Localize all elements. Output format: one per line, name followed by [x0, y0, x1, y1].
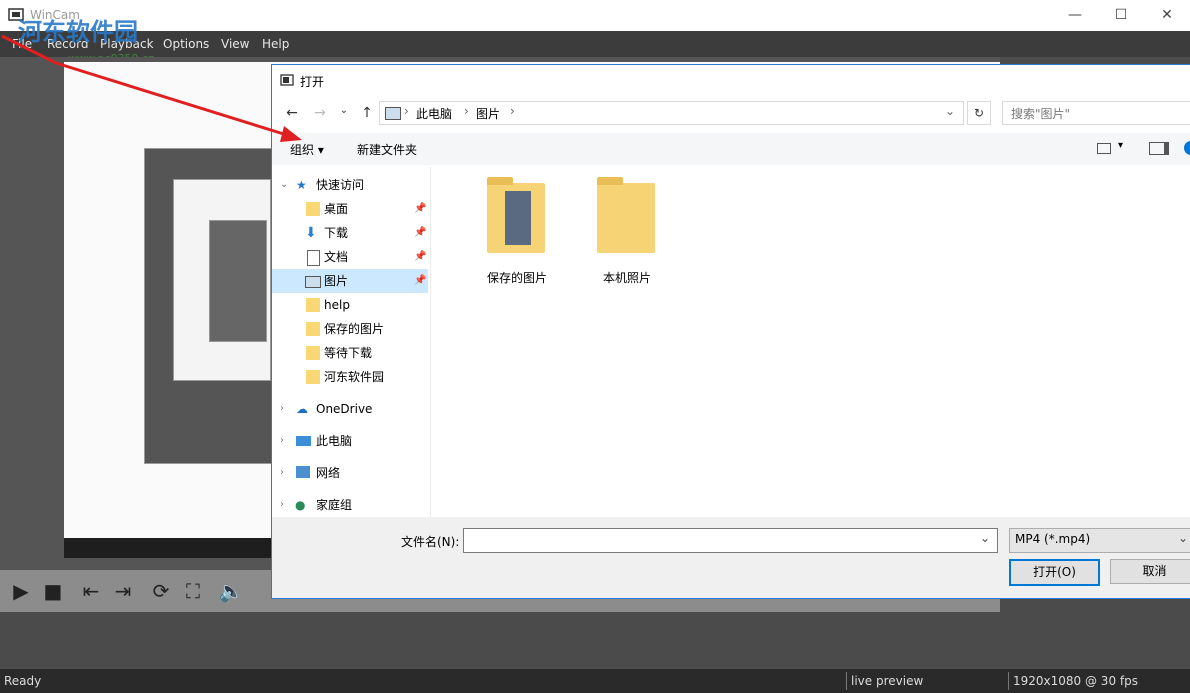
- computer-icon: [296, 436, 311, 446]
- skip-start-icon[interactable]: ⇤: [78, 578, 104, 604]
- folder-with-photo-icon: [487, 177, 545, 253]
- status-divider: [1008, 672, 1009, 690]
- dialog-footer: 文件名(N): ⌄ MP4 (*.mp4) ⌄ 打开(O) 取消: [272, 517, 1190, 598]
- nested-preview-content: [173, 179, 271, 381]
- filetype-dropdown-icon[interactable]: ⌄: [1178, 531, 1188, 545]
- expand-chevron-icon[interactable]: ⌄: [280, 173, 288, 197]
- breadcrumb-this-pc[interactable]: 此电脑: [416, 105, 452, 122]
- tree-item-saved-pictures[interactable]: 保存的图片: [272, 317, 428, 341]
- new-folder-button[interactable]: 新建文件夹: [357, 141, 417, 158]
- dialog-navbar: ← → ⌄ ↑ › 此电脑 › 图片 › ⌄ ↻ 搜索"图片": [272, 97, 1190, 129]
- status-mode: live preview: [851, 674, 924, 688]
- menu-help[interactable]: Help: [262, 37, 289, 51]
- folder-icon: [306, 322, 320, 336]
- document-icon: [307, 250, 320, 266]
- address-bar[interactable]: › 此电脑 › 图片 › ⌄: [379, 101, 964, 125]
- folder-icon: [306, 202, 320, 216]
- pin-icon[interactable]: 📌: [414, 197, 426, 221]
- file-list: 保存的图片 本机照片: [432, 167, 1190, 517]
- tree-this-pc[interactable]: › 此电脑: [272, 429, 428, 453]
- status-bar: Ready live preview 1920x1080 @ 30 fps: [0, 669, 1190, 693]
- pin-icon[interactable]: 📌: [414, 269, 426, 293]
- lower-background: [0, 612, 1000, 669]
- homegroup-icon: ●: [295, 498, 306, 512]
- nested-preview-inner: [209, 220, 267, 342]
- open-file-dialog: 打开 ← → ⌄ ↑ › 此电脑 › 图片 › ⌄ ↻ 搜索"图片" 组织 ▾ …: [271, 64, 1190, 599]
- tree-quick-access[interactable]: ⌄ ★ 快速访问: [272, 173, 428, 197]
- filename-input[interactable]: ⌄: [463, 528, 998, 553]
- address-dropdown-icon[interactable]: ⌄: [945, 104, 955, 118]
- view-options-icon[interactable]: [1097, 143, 1111, 154]
- search-placeholder: 搜索"图片": [1011, 107, 1071, 121]
- tree-item-documents[interactable]: 文档 📌: [272, 245, 428, 269]
- menubar: File Record Playback Options View Help: [0, 31, 1190, 57]
- cancel-button[interactable]: 取消: [1110, 559, 1190, 584]
- back-arrow-icon[interactable]: ←: [282, 105, 302, 121]
- breadcrumb-pictures[interactable]: 图片: [476, 105, 500, 122]
- play-icon[interactable]: ▶: [8, 578, 34, 604]
- fullscreen-icon[interactable]: ⛶: [180, 578, 206, 604]
- star-icon: ★: [296, 178, 307, 192]
- expand-chevron-icon[interactable]: ›: [280, 397, 284, 421]
- status-resolution: 1920x1080 @ 30 fps: [1013, 674, 1138, 688]
- tree-homegroup[interactable]: › ● 家庭组: [272, 493, 428, 517]
- tree-item-hedong[interactable]: 河东软件园: [272, 365, 428, 389]
- search-input[interactable]: 搜索"图片": [1002, 101, 1190, 125]
- forward-arrow-icon[interactable]: →: [310, 105, 330, 121]
- filetype-select[interactable]: MP4 (*.mp4) ⌄: [1009, 528, 1190, 553]
- tree-item-pending-downloads[interactable]: 等待下载: [272, 341, 428, 365]
- up-arrow-icon[interactable]: ↑: [357, 105, 377, 121]
- maximize-button[interactable]: ☐: [1098, 0, 1144, 31]
- file-item-saved-pictures[interactable]: 保存的图片: [462, 177, 562, 293]
- dialog-toolbar: 组织 ▾ 新建文件夹 ▾: [272, 133, 1190, 165]
- tree-network[interactable]: › 网络: [272, 461, 428, 485]
- pin-icon[interactable]: 📌: [414, 245, 426, 269]
- close-button[interactable]: ✕: [1144, 0, 1190, 31]
- folder-icon: [597, 177, 655, 253]
- expand-chevron-icon[interactable]: ›: [280, 493, 284, 517]
- tree-item-help[interactable]: help: [272, 293, 428, 317]
- open-button[interactable]: 打开(O): [1009, 559, 1100, 586]
- tree-item-pictures[interactable]: 图片 📌: [272, 269, 428, 293]
- tree-item-downloads[interactable]: ⬇ 下载 📌: [272, 221, 428, 245]
- status-text: Ready: [4, 674, 42, 688]
- status-divider: [846, 672, 847, 690]
- dialog-titlebar: 打开: [272, 65, 1190, 95]
- recent-chevron-icon[interactable]: ⌄: [334, 105, 354, 116]
- pin-icon[interactable]: 📌: [414, 221, 426, 245]
- expand-chevron-icon[interactable]: ›: [280, 461, 284, 485]
- watermark-logo: 河东软件园: [18, 18, 138, 46]
- help-icon[interactable]: [1184, 141, 1190, 155]
- tree-onedrive[interactable]: › ☁ OneDrive: [272, 397, 428, 421]
- tree-item-desktop[interactable]: 桌面 📌: [272, 197, 428, 221]
- camera-icon: [280, 73, 294, 87]
- menu-view[interactable]: View: [221, 37, 249, 51]
- loop-icon[interactable]: ⟳: [148, 578, 174, 604]
- filename-dropdown-icon[interactable]: ⌄: [980, 531, 990, 545]
- menu-options[interactable]: Options: [163, 37, 209, 51]
- refresh-icon[interactable]: ↻: [967, 101, 991, 125]
- view-dropdown-icon[interactable]: ▾: [1118, 140, 1123, 151]
- folder-icon: [306, 346, 320, 360]
- file-item-camera-roll[interactable]: 本机照片: [572, 177, 672, 293]
- folder-icon: [306, 298, 320, 312]
- stop-icon[interactable]: ■: [40, 578, 66, 604]
- volume-icon[interactable]: 🔈: [218, 578, 244, 604]
- cloud-icon: ☁: [296, 402, 308, 416]
- app-titlebar: WinCam — ☐ ✕: [0, 0, 1190, 31]
- minimize-button[interactable]: —: [1052, 0, 1098, 31]
- folder-icon: [306, 370, 320, 384]
- preview-pane-icon[interactable]: [1149, 142, 1169, 155]
- filename-label: 文件名(N):: [401, 535, 460, 549]
- expand-chevron-icon[interactable]: ›: [280, 429, 284, 453]
- pictures-icon: [305, 276, 321, 288]
- organize-menu-button[interactable]: 组织 ▾: [290, 141, 324, 158]
- navigation-pane: ⌄ ★ 快速访问 桌面 📌 ⬇ 下载 📌 文档 📌 图片 📌 help 保存的图…: [272, 167, 431, 517]
- skip-end-icon[interactable]: ⇥: [110, 578, 136, 604]
- dialog-title: 打开: [300, 75, 325, 89]
- pictures-folder-icon: [385, 107, 401, 120]
- network-icon: [296, 466, 310, 478]
- download-icon: ⬇: [305, 225, 317, 241]
